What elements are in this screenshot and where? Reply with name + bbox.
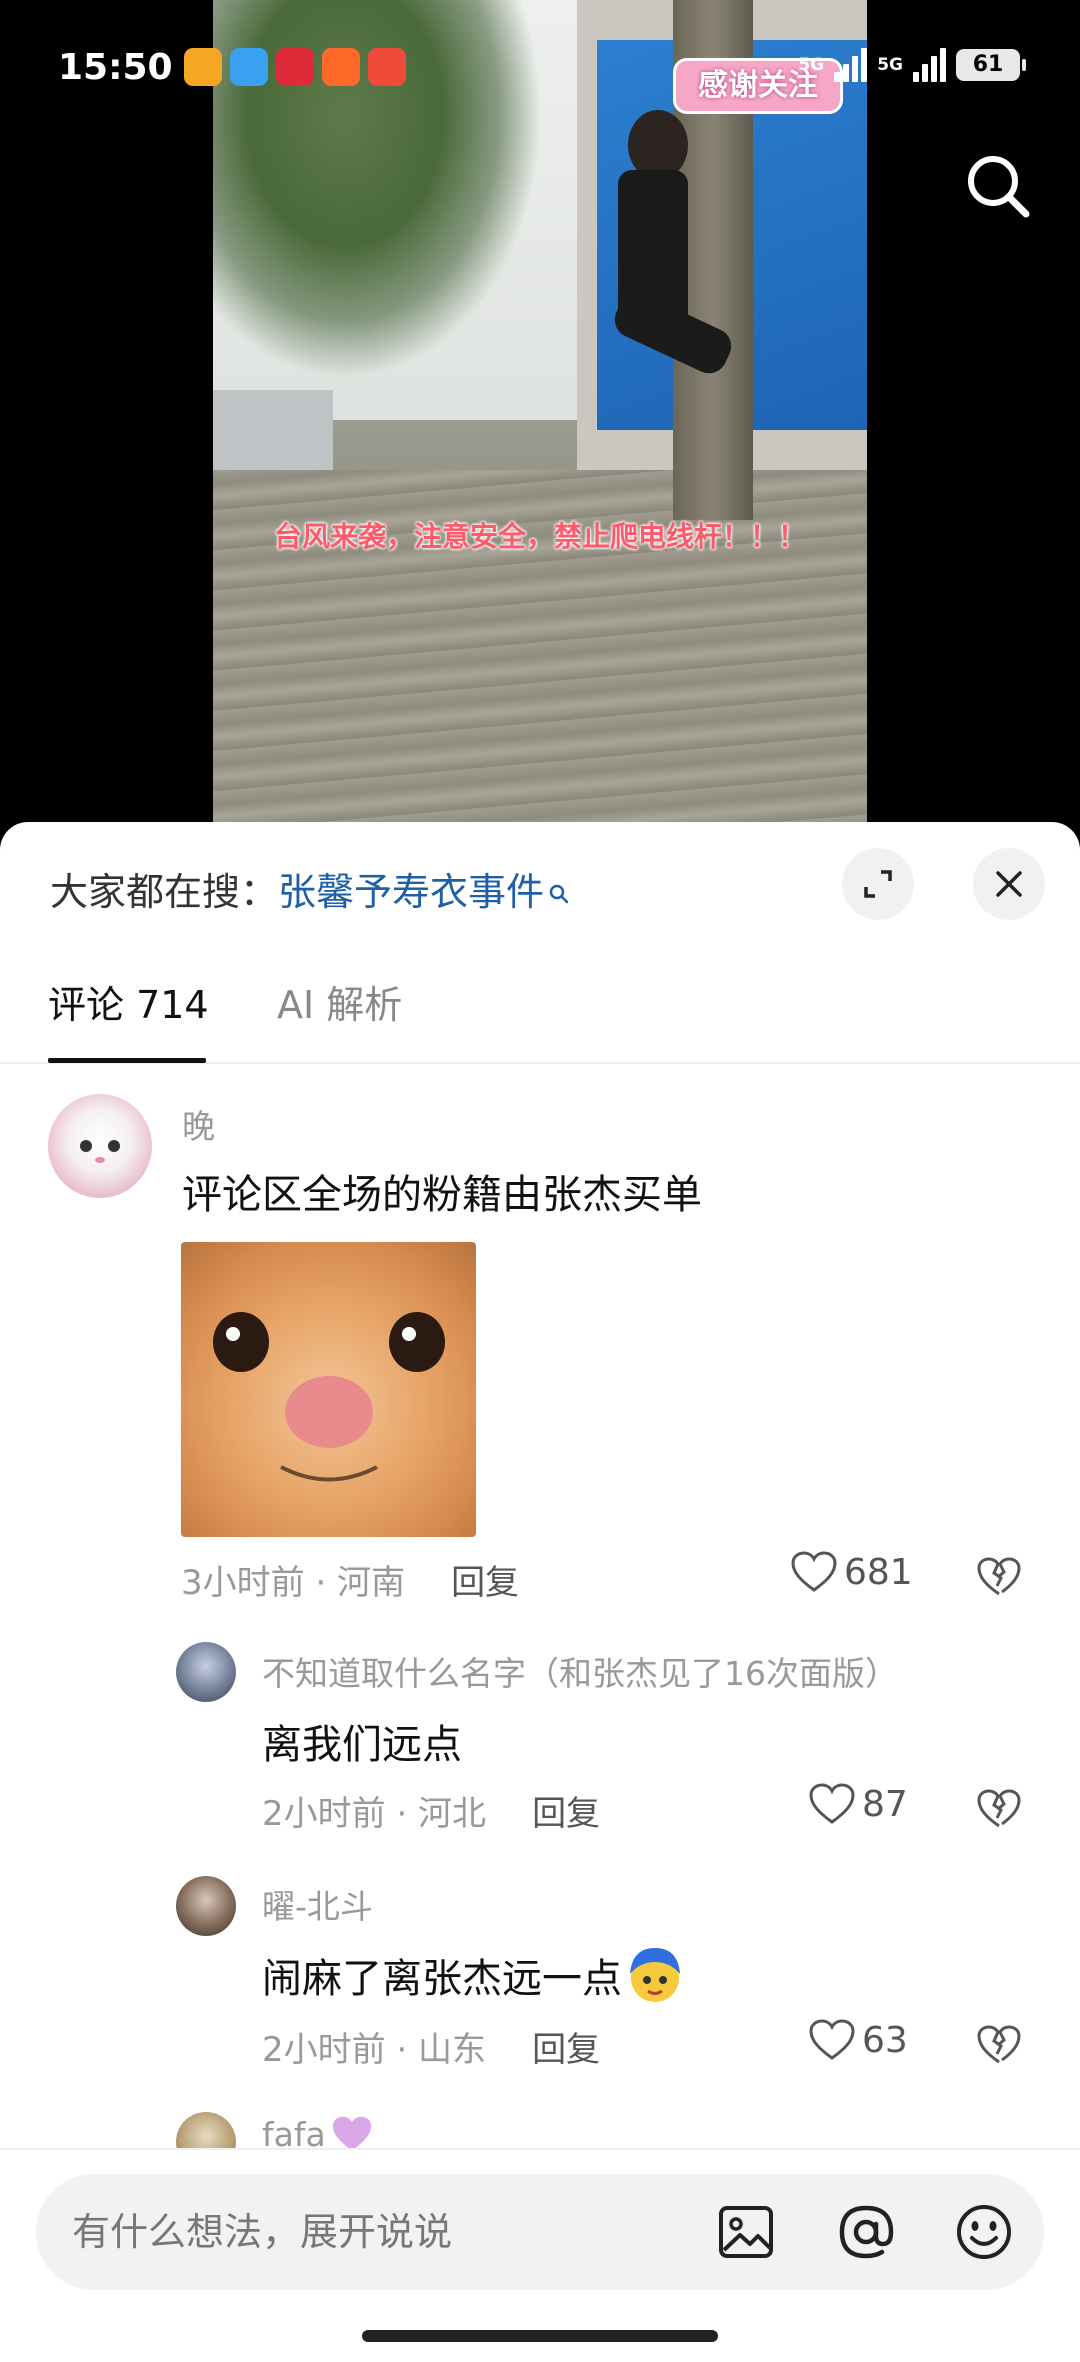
home-indicator[interactable] <box>362 2330 718 2342</box>
comment-input-bar: 有什么想法，展开说说 <box>0 2148 1080 2362</box>
mention-button[interactable] <box>836 2202 896 2262</box>
trending-keyword[interactable]: 张馨予寿衣事件 <box>278 870 544 914</box>
comment-panel: 大家都在搜：张馨予寿衣事件 评论 714 AI 解析 晚 评论区全场的粉籍由张杰… <box>0 822 1080 2362</box>
redbook-icon <box>276 48 314 86</box>
trending-label: 大家都在搜： <box>50 870 279 914</box>
comment-text: 评论区全场的粉籍由张杰买单 <box>182 1172 702 1218</box>
like-button[interactable]: 87 <box>808 1782 908 1826</box>
video-player[interactable]: 台风来袭，注意安全，禁止爬电线杆！！！ 感谢关注 <box>0 0 1080 830</box>
trending-search[interactable]: 大家都在搜：张馨予寿衣事件 <box>50 862 570 922</box>
reply-button[interactable]: 回复 <box>532 1794 600 1834</box>
network-label-2: 5G <box>877 55 903 75</box>
search-icon <box>968 156 1030 218</box>
image-button[interactable] <box>716 2202 776 2262</box>
heart-icon <box>791 1551 837 1592</box>
broken-heart-icon <box>977 1557 1021 1596</box>
video-frame[interactable]: 台风来袭，注意安全，禁止爬电线杆！！！ 感谢关注 <box>213 0 867 830</box>
comment-input[interactable]: 有什么想法，展开说说 <box>36 2174 1044 2290</box>
expand-icon <box>864 870 892 898</box>
app-icon-red <box>368 48 406 86</box>
tab-comments-label: 评论 714 <box>48 983 209 1027</box>
app-icon-orange <box>322 48 360 86</box>
dislike-button[interactable] <box>976 1556 1022 1602</box>
dislike-button[interactable] <box>976 1788 1022 1834</box>
image-icon <box>719 2206 773 2258</box>
like-button[interactable]: 63 <box>808 2018 908 2062</box>
comment-text: 离我们远点 <box>262 1722 462 1768</box>
emoji-face-icon <box>957 2205 1011 2259</box>
like-count: 63 <box>862 2019 908 2061</box>
notification-icons <box>184 48 406 86</box>
comment-image[interactable] <box>181 1242 476 1537</box>
comment-text-content: 闹麻了离张杰远一点 <box>262 1956 622 2002</box>
tab-active-indicator <box>48 1058 206 1063</box>
comment-meta: 2小时前 · 山东 回复 <box>262 2022 600 2071</box>
status-bar: 15:50 5G 5G 61 <box>0 40 1080 96</box>
close-button[interactable] <box>973 848 1045 920</box>
like-count: 681 <box>844 1551 913 1593</box>
comment-tabs: 评论 714 AI 解析 <box>0 972 1080 1064</box>
avatar[interactable] <box>48 1094 152 1198</box>
comment-time-location: 2小时前 · 河北 <box>262 1794 487 1834</box>
avatar[interactable] <box>176 1642 236 1702</box>
reply-button[interactable]: 回复 <box>532 2030 600 2070</box>
tab-ai-label: AI 解析 <box>277 983 403 1027</box>
close-icon <box>996 871 1022 897</box>
reply-button[interactable]: 回复 <box>451 1563 519 1603</box>
at-icon <box>839 2205 894 2259</box>
tab-ai-analysis[interactable]: AI 解析 <box>277 972 402 1038</box>
emoji-icon <box>630 1948 680 2002</box>
status-time: 15:50 <box>58 47 173 88</box>
like-button[interactable]: 681 <box>790 1550 913 1594</box>
tab-comments[interactable]: 评论 714 <box>48 972 209 1063</box>
search-small-icon <box>548 862 570 922</box>
weibo-icon <box>184 48 222 86</box>
comment-time-location: 2小时前 · 山东 <box>262 2030 487 2070</box>
comment-meta: 3小时前 · 河南 回复 <box>181 1555 519 1604</box>
broken-heart-icon <box>977 1789 1021 1828</box>
comment-input-placeholder: 有什么想法，展开说说 <box>72 2210 453 2254</box>
signal-icon <box>834 48 868 82</box>
heart-icon <box>809 2019 855 2060</box>
system-icons: 5G 5G 61 <box>798 48 1026 82</box>
weather-icon <box>230 48 268 86</box>
video-building <box>213 390 333 480</box>
video-person <box>593 110 738 490</box>
comment-time-location: 3小时前 · 河南 <box>181 1563 406 1603</box>
comment-username[interactable]: 曜-北斗 <box>262 1880 373 1928</box>
expand-button[interactable] <box>842 848 914 920</box>
comment-text: 闹麻了离张杰远一点 <box>262 1944 686 2006</box>
like-count: 87 <box>862 1783 908 1825</box>
signal-icon-2 <box>913 48 946 82</box>
network-label-1: 5G <box>798 55 825 75</box>
broken-heart-icon <box>977 2025 1021 2064</box>
battery-icon: 61 <box>956 49 1026 81</box>
search-button[interactable] <box>962 150 1034 222</box>
avatar[interactable] <box>176 1876 236 1936</box>
comment-username[interactable]: 晚 <box>182 1100 215 1148</box>
dislike-button[interactable] <box>976 2024 1022 2070</box>
comment-username[interactable]: 不知道取什么名字（和张杰见了16次面版） <box>262 1647 898 1695</box>
heart-icon <box>809 1783 855 1824</box>
video-caption: 台风来袭，注意安全，禁止爬电线杆！！！ <box>273 520 806 553</box>
comment-meta: 2小时前 · 河北 回复 <box>262 1786 600 1835</box>
emoji-button[interactable] <box>954 2202 1014 2262</box>
